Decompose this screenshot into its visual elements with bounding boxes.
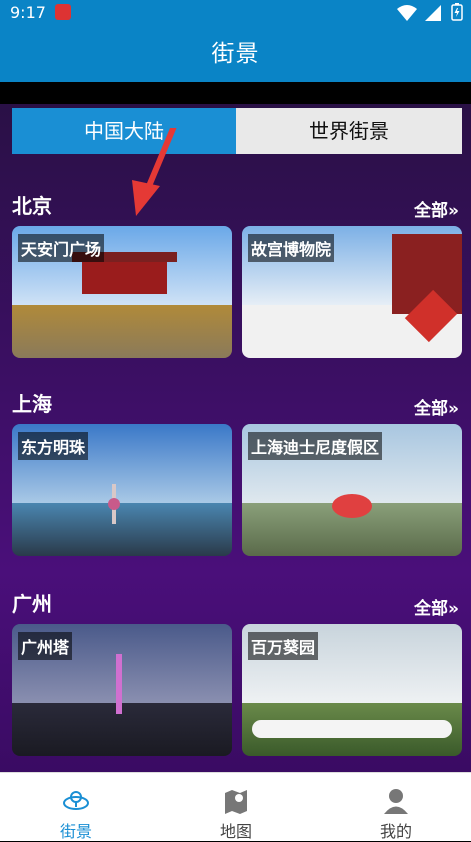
view-all-link[interactable]: 全部»: [414, 196, 459, 221]
user-icon: [384, 789, 408, 814]
region-tabs: 中国大陆 世界街景: [12, 108, 462, 154]
card-label: 天安门广场: [18, 234, 105, 262]
map-icon: [225, 790, 247, 814]
status-time: 9:17: [10, 3, 46, 22]
view-all-link[interactable]: 全部»: [414, 394, 459, 419]
section-title: 上海: [12, 392, 52, 416]
card-label: 东方明珠: [18, 432, 89, 460]
nav-label: 街景: [59, 822, 92, 841]
signal-icon: [425, 5, 441, 21]
battery-icon: [451, 3, 463, 21]
card-shanghai-disney[interactable]: 上海迪士尼度假区: [242, 424, 462, 556]
card-canton-tower[interactable]: 广州塔: [12, 624, 232, 756]
section-title: 北京: [12, 194, 52, 218]
card-label: 百万葵园: [248, 632, 319, 660]
notification-icon: [55, 4, 71, 20]
card-oriental-pearl[interactable]: 东方明珠: [12, 424, 232, 556]
nav-label: 地图: [219, 822, 252, 841]
annotation-arrow-icon: [132, 128, 177, 216]
card-palace-museum[interactable]: 故宫博物院: [242, 226, 462, 358]
status-bar: 9:17: [0, 0, 471, 26]
section-title: 广州: [12, 592, 52, 616]
tab-world-street-view[interactable]: 世界街景: [236, 108, 462, 154]
gate-building: [82, 258, 167, 294]
page-title: 街景: [211, 41, 260, 67]
nav-map[interactable]: 地图: [176, 773, 296, 841]
card-label: 广州塔: [18, 632, 73, 660]
title-bar: 街景: [0, 26, 471, 82]
tab-china-mainland[interactable]: 中国大陆: [12, 108, 236, 154]
wifi-icon: [397, 5, 417, 21]
card-label: 故宫博物院: [248, 234, 335, 262]
separator-bar: [0, 82, 471, 104]
content-area: 中国大陆 世界街景 北京 全部» 天安门广场 故宫博物院 上海 全部» 东方明珠…: [0, 104, 471, 772]
view-all-link[interactable]: 全部»: [414, 594, 459, 619]
street-view-icon: [63, 791, 89, 810]
card-label: 上海迪士尼度假区: [248, 432, 383, 460]
nav-profile[interactable]: 我的: [336, 773, 456, 841]
card-tiananmen[interactable]: 天安门广场: [12, 226, 232, 358]
nav-label: 我的: [379, 822, 412, 841]
nav-street-view[interactable]: 街景: [16, 773, 136, 841]
bottom-navigation: 街景 地图 我的: [0, 772, 471, 841]
card-baiwan-kuiyuan[interactable]: 百万葵园: [242, 624, 462, 756]
